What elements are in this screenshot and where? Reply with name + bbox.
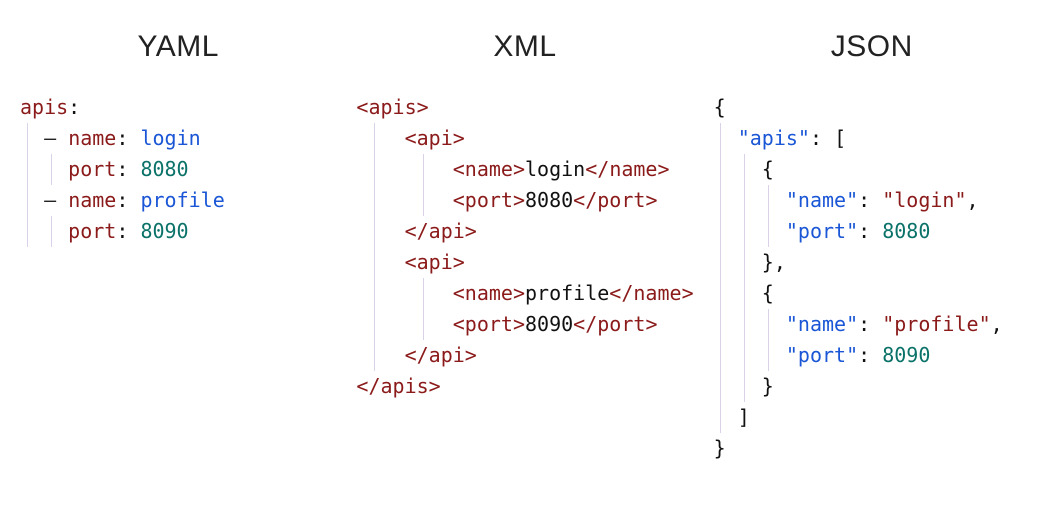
yaml-val-8080: 8080 [140, 157, 188, 181]
yaml-code: apis: – name: login port: 8080 – name: p… [20, 92, 336, 247]
json-key-apis: "apis" [738, 126, 810, 150]
xml-column: XML <apis> <api> <name>login</name> <por… [346, 20, 703, 464]
code-comparison: YAML apis: – name: login port: 8080 – na… [10, 20, 1040, 464]
xml-tag-api-close: </api> [405, 219, 477, 243]
xml-val-profile: profile [525, 281, 609, 305]
yaml-key-apis: apis [20, 95, 68, 119]
yaml-key-port: port [68, 157, 116, 181]
xml-title: XML [356, 30, 693, 64]
xml-tag-api-open: <api> [405, 126, 465, 150]
json-column: JSON { "apis": [ { "name": "login", "por… [704, 20, 1040, 464]
yaml-val-profile: profile [140, 188, 224, 212]
yaml-val-login: login [140, 126, 200, 150]
yaml-key-name: name [68, 126, 116, 150]
yaml-column: YAML apis: – name: login port: 8080 – na… [10, 20, 346, 464]
xml-code: <apis> <api> <name>login</name> <port>80… [356, 92, 693, 402]
xml-tag-apis-close: </apis> [356, 374, 440, 398]
json-title: JSON [714, 30, 1030, 64]
xml-val-login: login [525, 157, 585, 181]
json-val-login: "login" [882, 188, 966, 212]
yaml-title: YAML [20, 30, 336, 64]
json-val-8090: 8090 [882, 343, 930, 367]
json-code: { "apis": [ { "name": "login", "port": 8… [714, 92, 1030, 464]
json-val-8080: 8080 [882, 219, 930, 243]
yaml-val-8090: 8090 [140, 219, 188, 243]
xml-val-8090: 8090 [525, 312, 573, 336]
json-val-profile: "profile" [882, 312, 990, 336]
xml-tag-apis-open: <apis> [356, 95, 428, 119]
xml-val-8080: 8080 [525, 188, 573, 212]
